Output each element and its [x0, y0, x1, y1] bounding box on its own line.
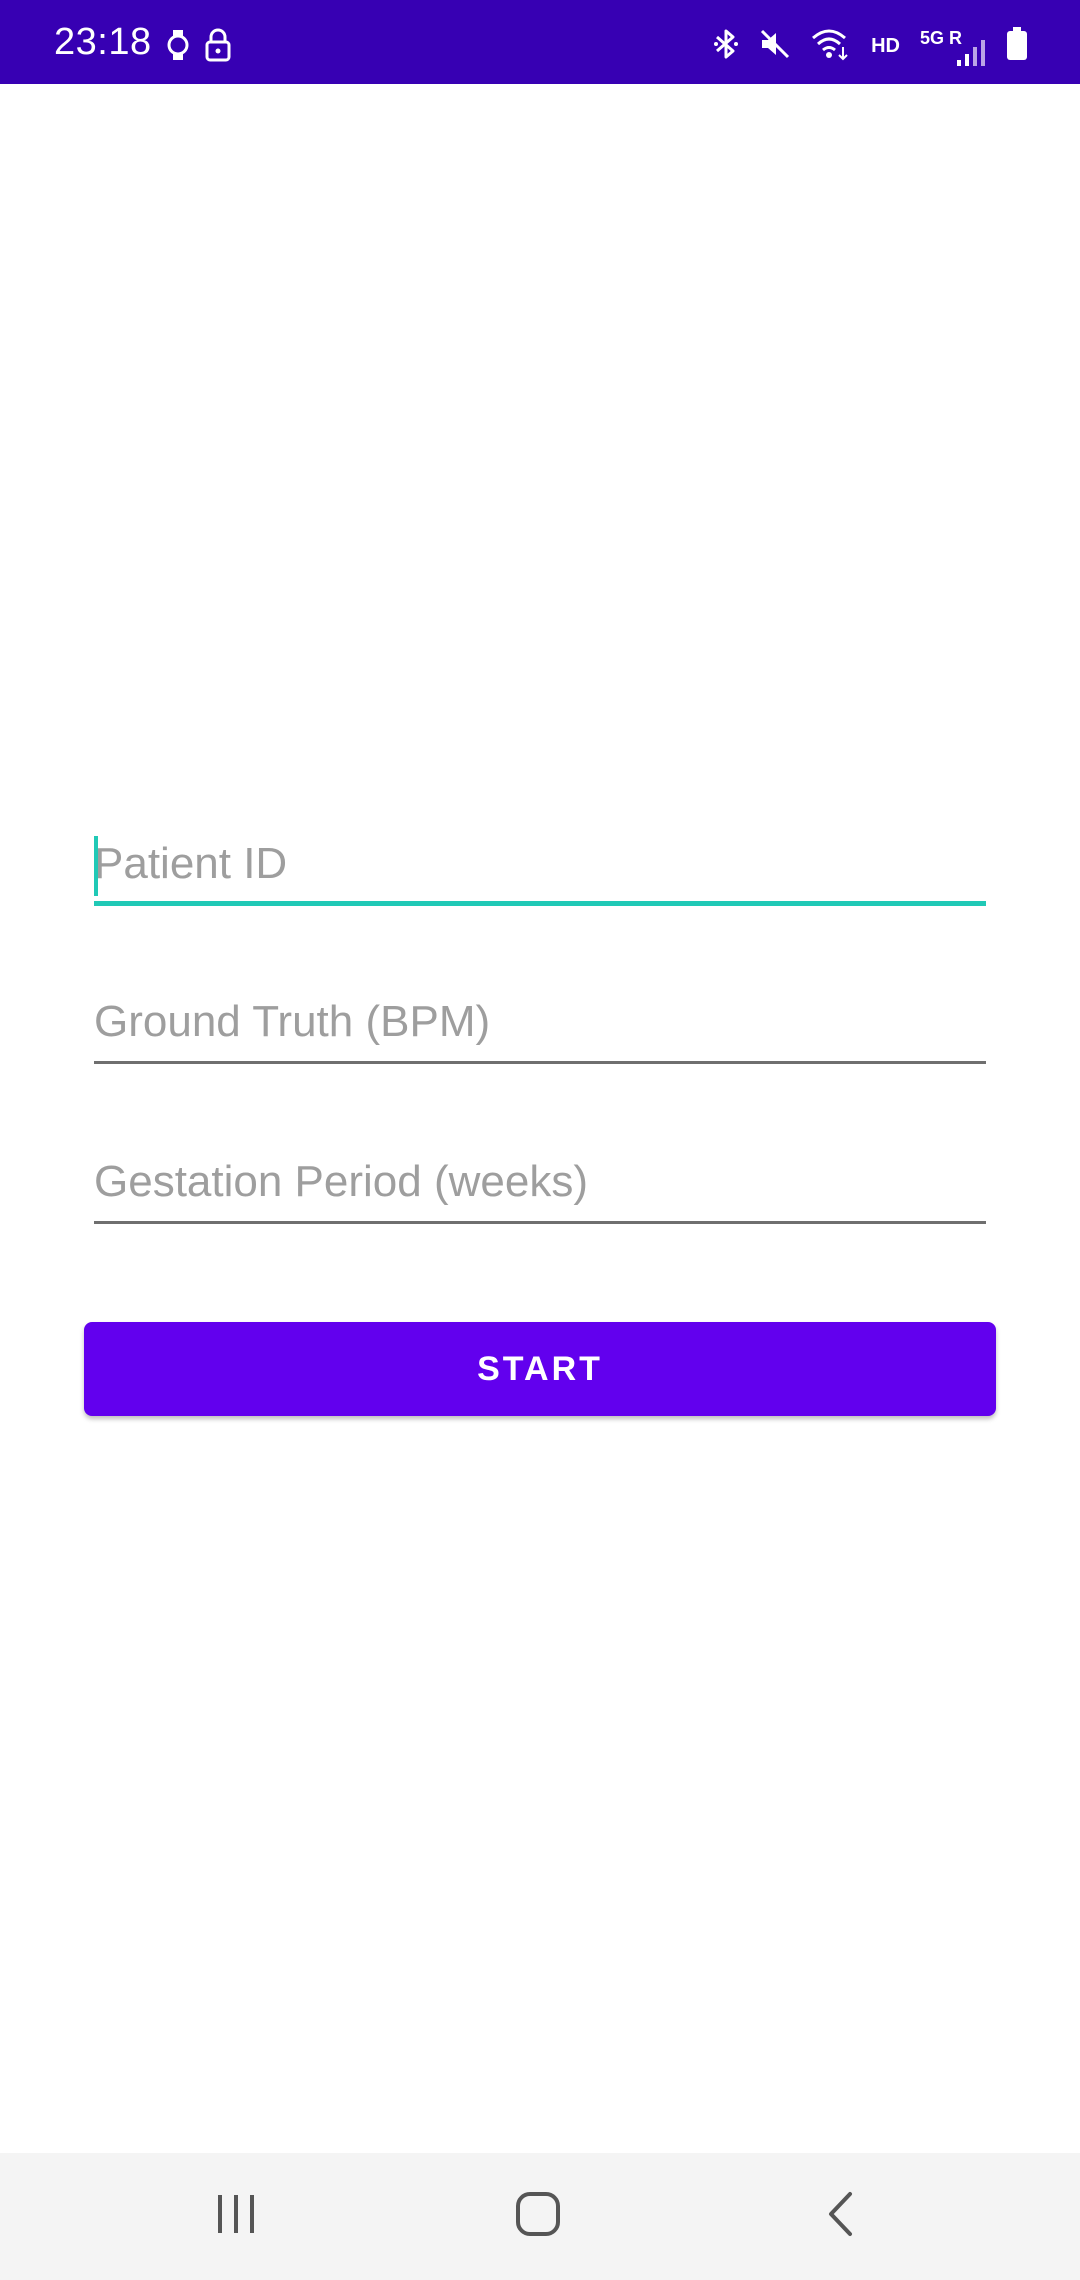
home-button[interactable]: [458, 2153, 618, 2280]
gestation-period-input[interactable]: [94, 1144, 986, 1220]
back-button[interactable]: [760, 2153, 920, 2280]
ground-truth-field[interactable]: [94, 984, 986, 1064]
hd-label: HD: [871, 35, 900, 57]
ground-truth-input[interactable]: [94, 984, 986, 1060]
status-bar: 23:18 HD 5G R: [0, 0, 1080, 84]
gestation-period-underline: [94, 1221, 986, 1224]
home-icon: [515, 2191, 561, 2242]
signal-icon: 5G R: [920, 26, 986, 66]
navigation-bar: [0, 2153, 1080, 2280]
text-cursor: [94, 836, 98, 896]
ground-truth-underline: [94, 1061, 986, 1064]
mute-icon: [759, 28, 791, 65]
start-button[interactable]: START: [84, 1322, 996, 1416]
bluetooth-icon: [713, 27, 739, 66]
wifi-icon: [811, 27, 851, 66]
recents-button[interactable]: [156, 2153, 316, 2280]
status-right-icons: HD 5G R: [713, 26, 1028, 66]
battery-icon: [1006, 26, 1028, 66]
lock-icon: [204, 28, 232, 67]
back-icon: [825, 2191, 855, 2242]
status-time: 23:18: [54, 21, 152, 63]
status-left-icons: [166, 28, 232, 67]
watch-icon: [166, 29, 190, 66]
recents-icon: [214, 2193, 258, 2240]
patient-id-field[interactable]: [94, 826, 986, 906]
patient-id-input[interactable]: [94, 826, 986, 902]
gestation-period-field[interactable]: [94, 1144, 986, 1224]
patient-id-underline: [94, 901, 986, 906]
